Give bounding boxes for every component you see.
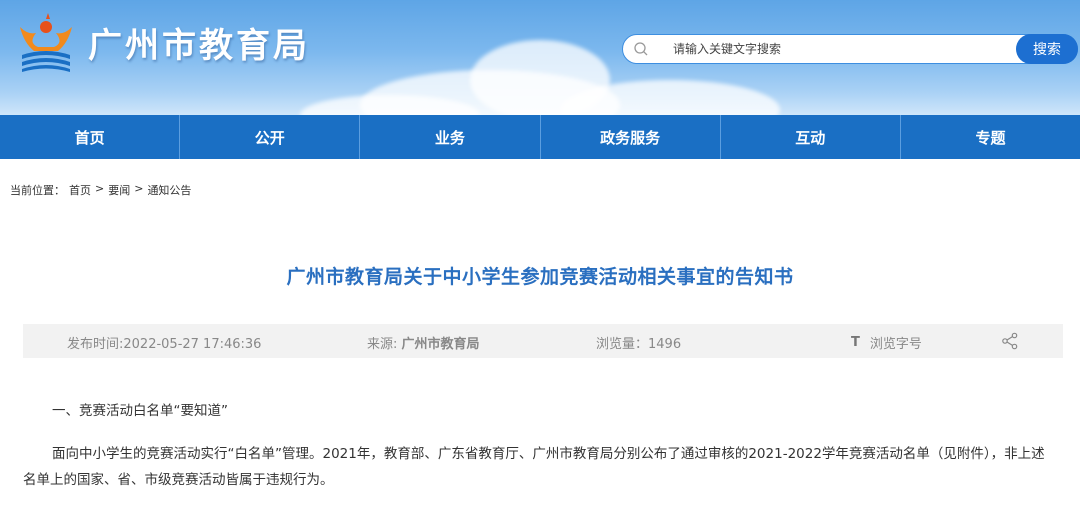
article-title: 广州市教育局关于中小学生参加竞赛活动相关事宜的告知书 (286, 266, 794, 288)
search-box: 搜索 (622, 34, 1078, 64)
nav-item-public[interactable]: 公开 (180, 115, 361, 159)
nav-item-interaction[interactable]: 互动 (721, 115, 901, 159)
font-size-control[interactable]: T 浏览字号 (851, 333, 922, 352)
site-header: 广州市教育局 搜索 (0, 0, 1080, 115)
breadcrumb-home[interactable]: 首页 (69, 182, 91, 198)
breadcrumb-prefix: 当前位置： (10, 184, 65, 197)
nav-item-home[interactable]: 首页 (0, 115, 181, 159)
breadcrumb-separator: > (134, 182, 144, 195)
font-size-icon[interactable]: T (851, 335, 860, 350)
search-button[interactable]: 搜索 (1016, 34, 1078, 64)
breadcrumb-news[interactable]: 要闻 (108, 182, 130, 198)
nav-item-government-services[interactable]: 政务服务 (541, 115, 721, 159)
search-input[interactable] (673, 39, 1013, 59)
article-meta-bar: 发布时间:2022-05-27 17:46:36 来源: 广州市教育局 浏览量：… (23, 324, 1063, 358)
publish-date: 发布时间:2022-05-27 17:46:36 (67, 337, 262, 352)
breadcrumb: 当前位置： 首页 > 要闻 > 通知公告 (10, 182, 191, 198)
search-icon (634, 42, 648, 56)
main-nav: 首页 公开 业务 政务服务 互动 专题 (0, 115, 1080, 159)
site-title[interactable]: 广州市教育局 (88, 18, 310, 67)
nav-item-topics[interactable]: 专题 (901, 115, 1080, 159)
nav-item-business[interactable]: 业务 (360, 115, 541, 159)
guangzhou-education-logo-icon[interactable] (14, 13, 78, 73)
breadcrumb-notices[interactable]: 通知公告 (147, 182, 191, 198)
article-section-heading: 一、竞赛活动白名单“要知道” (52, 403, 228, 419)
breadcrumb-separator: > (95, 182, 105, 195)
source-label: 来源: (367, 337, 402, 352)
share-icon[interactable] (1001, 332, 1019, 350)
view-count: 浏览量：1496 (596, 337, 682, 352)
article-paragraph: 面向中小学生的竞赛活动实行“白名单”管理。2021年，教育部、广东省教育厅、广州… (23, 446, 1045, 488)
article-source: 来源: 广州市教育局 (367, 333, 480, 352)
source-value: 广州市教育局 (401, 337, 480, 352)
font-size-label[interactable]: 浏览字号 (870, 333, 922, 352)
